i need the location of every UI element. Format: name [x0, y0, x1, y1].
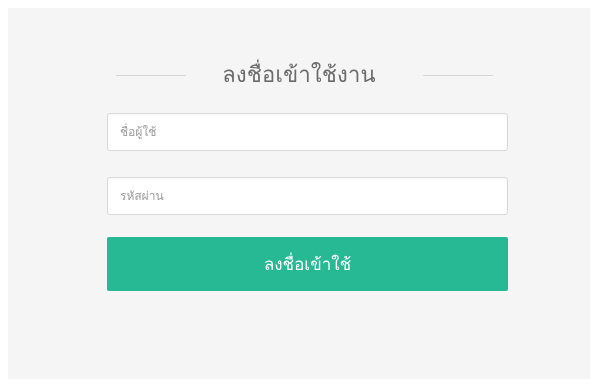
title-divider-right [423, 75, 493, 76]
page-title: ลงชื่อเข้าใช้งาน [222, 63, 376, 88]
username-input[interactable] [107, 113, 508, 151]
login-card: ลงชื่อเข้าใช้งาน ลงชื่อเข้าใช้ [8, 8, 590, 379]
login-button[interactable]: ลงชื่อเข้าใช้ [107, 237, 508, 291]
password-input[interactable] [107, 177, 508, 215]
login-header: ลงชื่อเข้าใช้งาน [8, 58, 590, 94]
